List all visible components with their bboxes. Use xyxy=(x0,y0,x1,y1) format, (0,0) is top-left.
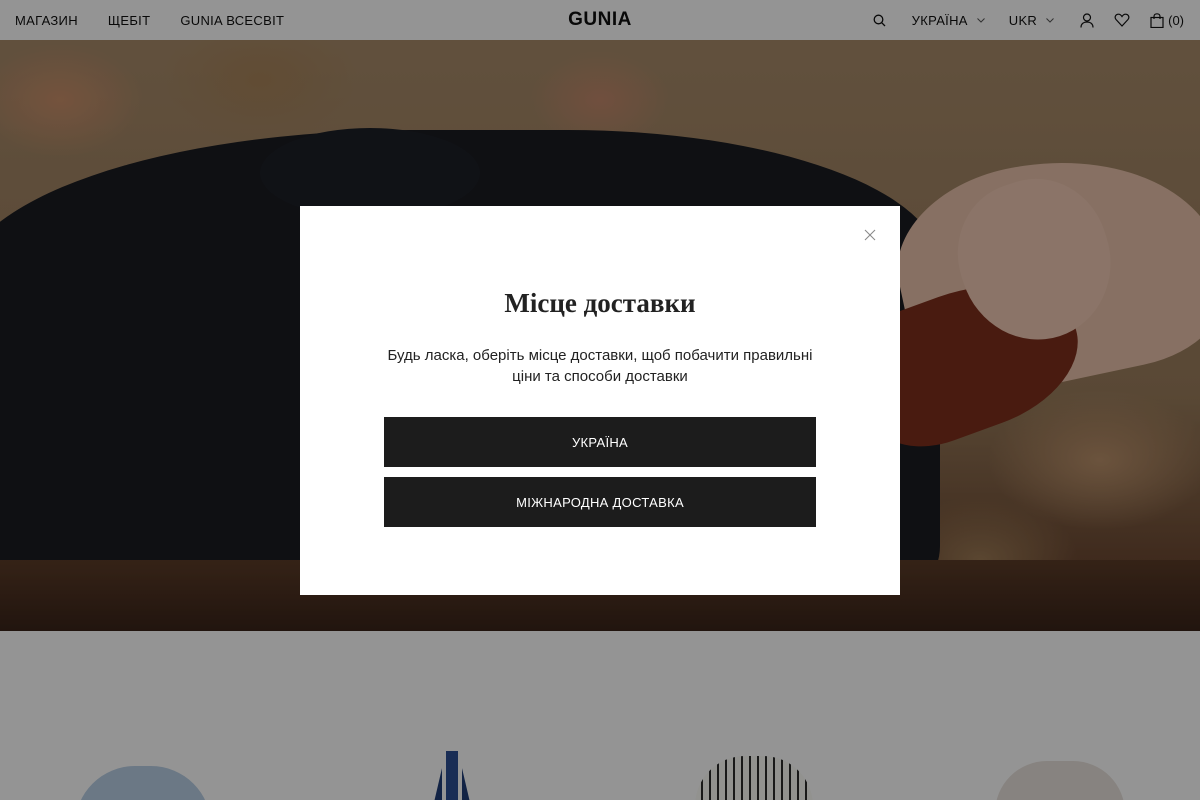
modal-title: Місце доставки xyxy=(504,288,696,318)
international-delivery-button[interactable]: МІЖНАРОДНА ДОСТАВКА xyxy=(384,477,816,527)
delivery-location-modal: Місце доставки Будь ласка, оберіть місце… xyxy=(300,206,900,595)
ukraine-button[interactable]: УКРАЇНА xyxy=(384,417,816,467)
close-icon[interactable] xyxy=(864,229,876,241)
modal-description: Будь ласка, оберіть місце доставки, щоб … xyxy=(387,347,813,385)
